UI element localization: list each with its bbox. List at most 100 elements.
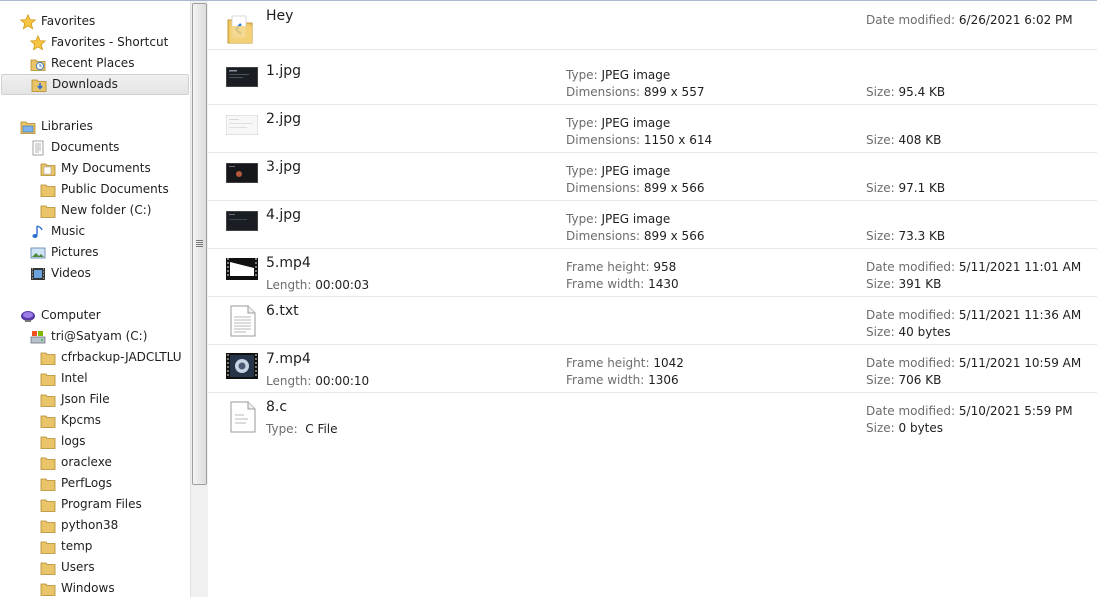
size-value: 95.4 KB	[898, 85, 946, 99]
nav-item-folder[interactable]: cfrbackup-JADCLTLU	[0, 347, 188, 368]
file-dimensions: Dimensions: 899 x 557	[566, 85, 704, 99]
nav-item-videos[interactable]: Videos	[0, 263, 188, 284]
nav-item-label: Libraries	[41, 119, 93, 133]
nav-item-label: logs	[61, 434, 86, 448]
date-modified: Date modified: 5/11/2021 11:36 AM	[866, 308, 1081, 322]
file-row-4-jpg[interactable]: 4.jpg Type: JPEG image Dimensions: 899 x…	[208, 201, 1097, 249]
nav-item-folder[interactable]: logs	[0, 431, 188, 452]
file-row-3-jpg[interactable]: 3.jpg Type: JPEG image Dimensions: 899 x…	[208, 153, 1097, 201]
nav-item-new-folder[interactable]: New folder (C:)	[0, 200, 188, 221]
dimensions-value: 899 x 566	[643, 181, 705, 195]
size-label: Size:	[866, 421, 895, 435]
video-thumbnail	[226, 258, 258, 283]
type-value: JPEG image	[601, 164, 671, 178]
size-label: Size:	[866, 229, 895, 243]
type-value: C File	[305, 422, 338, 436]
nav-item-public-documents[interactable]: Public Documents	[0, 179, 188, 200]
nav-item-folder[interactable]: Json File	[0, 389, 188, 410]
nav-item-folder[interactable]: Windows	[0, 578, 188, 597]
file-dimensions: Dimensions: 899 x 566	[566, 229, 704, 243]
dimensions-value: 899 x 557	[643, 85, 705, 99]
folder-icon	[40, 560, 56, 576]
nav-item-label: temp	[61, 539, 93, 553]
downloads-folder-icon	[31, 77, 47, 93]
nav-item-folder[interactable]: Intel	[0, 368, 188, 389]
file-row-6-txt[interactable]: 6.txt Date modified: 5/11/2021 11:36 AM …	[208, 297, 1097, 345]
date-label: Date modified:	[866, 13, 956, 27]
nav-item-downloads[interactable]: Downloads	[1, 74, 189, 95]
type-value: JPEG image	[601, 212, 671, 226]
length-label: Length:	[266, 278, 312, 292]
frame-width: Frame width: 1430	[566, 277, 679, 291]
folder-icon	[40, 581, 56, 597]
file-row-1-jpg[interactable]: 1.jpg Type: JPEG image Dimensions: 899 x…	[208, 57, 1097, 105]
type-label: Type:	[566, 116, 598, 130]
nav-libraries[interactable]: Libraries	[0, 116, 188, 137]
date-label: Date modified:	[866, 356, 956, 370]
nav-favorites[interactable]: Favorites	[0, 11, 188, 32]
nav-item-folder[interactable]: Program Files	[0, 494, 188, 515]
nav-item-folder[interactable]: PerfLogs	[0, 473, 188, 494]
nav-item-label: Windows	[61, 581, 115, 595]
dimensions-label: Dimensions:	[566, 181, 641, 195]
frame-height-value: 958	[653, 260, 677, 274]
recent-places-icon	[30, 56, 46, 72]
nav-item-pictures[interactable]: Pictures	[0, 242, 188, 263]
file-row-8-c[interactable]: 8.c Type: C File Date modified: 5/10/202…	[208, 393, 1097, 440]
size-value: 0 bytes	[898, 421, 944, 435]
file-type: Type: JPEG image	[566, 68, 670, 82]
video-length: Length: 00:00:10	[266, 374, 369, 388]
file-type: Type: C File	[266, 422, 338, 436]
nav-item-label: PerfLogs	[61, 476, 113, 490]
nav-item-label: cfrbackup-JADCLTLU	[61, 350, 182, 364]
nav-item-folder[interactable]: Users	[0, 557, 188, 578]
nav-item-label: My Documents	[61, 161, 151, 175]
videos-icon	[30, 266, 46, 282]
date-label: Date modified:	[866, 404, 956, 418]
dark-image-thumbnail	[225, 210, 259, 234]
size-value: 391 KB	[898, 277, 942, 291]
file-size: Size: 97.1 KB	[866, 181, 945, 195]
file-size: Size: 73.3 KB	[866, 229, 945, 243]
date-value: 5/11/2021 10:59 AM	[958, 356, 1082, 370]
file-name: 4.jpg	[266, 207, 302, 223]
file-size: Size: 391 KB	[866, 277, 941, 291]
video-thumbnail	[226, 353, 258, 382]
nav-item-folder[interactable]: python38	[0, 515, 188, 536]
nav-item-drive-c[interactable]: tri@Satyam (C:)	[0, 326, 188, 347]
file-row-7-mp4[interactable]: 7.mp4 Length: 00:00:10 Frame height: 104…	[208, 345, 1097, 393]
file-name: 5.mp4	[266, 255, 311, 271]
nav-item-music[interactable]: Music	[0, 221, 188, 242]
nav-item-label: Program Files	[61, 497, 142, 511]
nav-item-folder[interactable]: oraclexe	[0, 452, 188, 473]
nav-item-folder[interactable]: Kpcms	[0, 410, 188, 431]
nav-item-favorites-shortcut[interactable]: Favorites - Shortcut	[0, 32, 188, 53]
nav-item-folder[interactable]: temp	[0, 536, 188, 557]
file-row-2-jpg[interactable]: 2.jpg Type: JPEG image Dimensions: 1150 …	[208, 105, 1097, 153]
folder-icon	[40, 182, 56, 198]
scrollbar-grip-icon	[196, 240, 203, 241]
folder-icon	[40, 497, 56, 513]
date-value: 5/10/2021 5:59 PM	[958, 404, 1073, 418]
type-label: Type:	[266, 422, 298, 436]
size-label: Size:	[866, 181, 895, 195]
nav-computer[interactable]: Computer	[0, 305, 188, 326]
scrollbar-thumb[interactable]	[192, 3, 207, 485]
size-label: Size:	[866, 85, 895, 99]
nav-item-my-documents[interactable]: My Documents	[0, 158, 188, 179]
content-pane: Hey Date modified: 6/26/2021 6:02 PM 1.j…	[208, 1, 1097, 597]
file-name: 8.c	[266, 399, 288, 415]
nav-item-label: New folder (C:)	[61, 203, 152, 217]
length-value: 00:00:10	[315, 374, 370, 388]
frame-height-label: Frame height:	[566, 356, 650, 370]
folder-icon	[40, 350, 56, 366]
nav-item-recent-places[interactable]: Recent Places	[0, 53, 188, 74]
nav-item-documents[interactable]: Documents	[0, 137, 188, 158]
navigation-scrollbar[interactable]	[190, 1, 208, 597]
dimensions-label: Dimensions:	[566, 85, 641, 99]
frame-width-label: Frame width:	[566, 277, 645, 291]
file-row-5-mp4[interactable]: 5.mp4 Length: 00:00:03 Frame height: 958…	[208, 249, 1097, 297]
date-value: 5/11/2021 11:36 AM	[958, 308, 1082, 322]
date-modified: Date modified: 5/11/2021 10:59 AM	[866, 356, 1081, 370]
file-row-hey[interactable]: Hey Date modified: 6/26/2021 6:02 PM	[208, 2, 1097, 50]
